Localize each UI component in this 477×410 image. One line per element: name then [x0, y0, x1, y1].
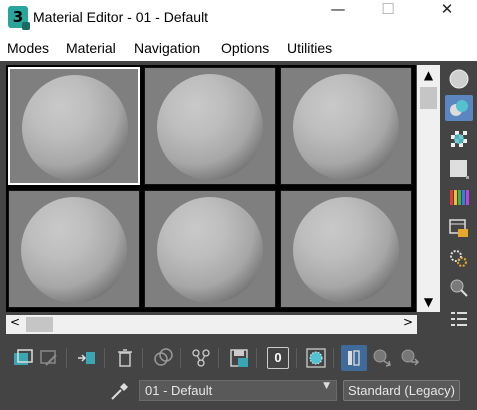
- show-end-result-icon: [348, 350, 360, 366]
- select-by-material-icon: [450, 279, 468, 297]
- background-button[interactable]: [445, 126, 473, 152]
- make-preview-button[interactable]: [445, 215, 473, 241]
- material-id-channel-button[interactable]: 0: [265, 345, 291, 371]
- put-to-library-icon: [230, 349, 248, 367]
- maximize-button[interactable]: ☐: [365, 0, 411, 34]
- options-button[interactable]: [445, 245, 473, 271]
- video-color-check-icon: [450, 190, 469, 205]
- sample-type-sphere-icon: [449, 69, 469, 89]
- go-to-parent-button[interactable]: [369, 345, 395, 371]
- copy-material-button[interactable]: [150, 345, 176, 371]
- reset-map-button[interactable]: [112, 345, 138, 371]
- material-type-button[interactable]: Standard (Legacy): [343, 380, 460, 401]
- horizontal-scrollbar[interactable]: < >: [6, 315, 417, 334]
- make-unique-icon: [192, 349, 210, 367]
- put-to-library-button[interactable]: [226, 345, 252, 371]
- menu-options[interactable]: Options: [221, 40, 269, 56]
- scroll-down-icon[interactable]: ▼: [417, 292, 440, 312]
- menu-bar: Modes Material Navigation Options Utilit…: [0, 36, 477, 61]
- sample-slot-1[interactable]: [8, 67, 140, 185]
- toolbar-separator: [66, 348, 67, 368]
- assign-to-selection-button[interactable]: [74, 345, 100, 371]
- pick-material-from-object-button[interactable]: [108, 380, 130, 402]
- window-title: Material Editor - 01 - Default: [33, 9, 209, 25]
- 3dsmax-app-icon: 3: [8, 6, 30, 30]
- sample-uv-tiling-button[interactable]: [445, 156, 473, 182]
- show-shaded-material-button[interactable]: [303, 345, 329, 371]
- sample-sphere: [293, 197, 399, 303]
- sample-sphere: [157, 74, 263, 180]
- go-forward-sibling-icon: [401, 349, 420, 366]
- select-by-material-button[interactable]: [445, 275, 473, 301]
- put-to-scene-icon: [40, 350, 57, 366]
- toolbar-separator: [104, 348, 105, 368]
- vertical-scrollbar[interactable]: ▲ ▼: [417, 65, 440, 312]
- sample-slot-2[interactable]: [144, 67, 276, 185]
- toolbar-separator: [256, 348, 257, 368]
- sample-sphere: [22, 75, 128, 181]
- vertical-scroll-thumb[interactable]: [420, 87, 437, 109]
- video-color-check-button[interactable]: [445, 185, 473, 211]
- material-name-value: 01 - Default: [145, 383, 213, 398]
- minimize-button[interactable]: —: [315, 0, 361, 34]
- title-bar: 3 Material Editor - 01 - Default — ☐ ✕: [0, 0, 477, 36]
- sample-sphere: [21, 197, 127, 303]
- material-id-channel-icon: 0: [267, 347, 289, 369]
- sample-slot-5[interactable]: [144, 190, 276, 308]
- background-checker-icon: [451, 131, 467, 147]
- assign-to-selection-icon: [78, 352, 95, 364]
- material-map-navigator-icon: [451, 312, 467, 326]
- toolbar-separator: [333, 348, 334, 368]
- eyedropper-icon: [111, 383, 128, 400]
- material-name-field[interactable]: 01 - Default ▼: [139, 380, 337, 401]
- menu-utilities[interactable]: Utilities: [287, 40, 332, 56]
- sample-slot-3[interactable]: [280, 67, 412, 185]
- put-to-scene-button[interactable]: [36, 345, 62, 371]
- backlight-icon: [450, 100, 468, 116]
- material-editor-options-icon: [450, 250, 467, 267]
- sample-slot-6[interactable]: [280, 190, 412, 308]
- show-shaded-material-icon: [306, 348, 326, 368]
- sample-sphere: [293, 74, 399, 180]
- material-map-navigator-button[interactable]: [445, 306, 473, 332]
- horizontal-scroll-thumb[interactable]: [26, 317, 53, 332]
- toolbar-separator: [296, 348, 297, 368]
- scroll-up-icon[interactable]: ▲: [417, 65, 440, 85]
- go-to-parent-icon: [373, 349, 391, 367]
- toolbar-separator: [142, 348, 143, 368]
- toolbar-separator: [218, 348, 219, 368]
- close-button[interactable]: ✕: [424, 0, 470, 34]
- backlight-button[interactable]: [445, 95, 473, 121]
- menu-navigation[interactable]: Navigation: [134, 40, 200, 56]
- sample-type-button[interactable]: [445, 66, 473, 92]
- sample-sphere: [157, 197, 263, 303]
- reset-map-icon: [118, 349, 132, 367]
- make-unique-button[interactable]: [188, 345, 214, 371]
- show-end-result-button[interactable]: [341, 345, 367, 371]
- sample-slots-grid: [6, 65, 416, 312]
- menu-material[interactable]: Material: [66, 40, 116, 56]
- toolbar-separator: [180, 348, 181, 368]
- copy-material-icon: [154, 348, 173, 366]
- sample-uv-tiling-icon: [450, 160, 469, 179]
- get-material-button[interactable]: [10, 345, 36, 371]
- chevron-down-icon[interactable]: ▼: [323, 381, 330, 391]
- scroll-right-icon[interactable]: >: [399, 315, 417, 334]
- get-material-icon: [14, 349, 33, 365]
- menu-modes[interactable]: Modes: [7, 40, 49, 56]
- make-preview-icon: [449, 219, 468, 237]
- go-forward-sibling-button[interactable]: [397, 345, 423, 371]
- sample-slot-4[interactable]: [8, 190, 140, 308]
- scroll-left-icon[interactable]: <: [6, 315, 24, 334]
